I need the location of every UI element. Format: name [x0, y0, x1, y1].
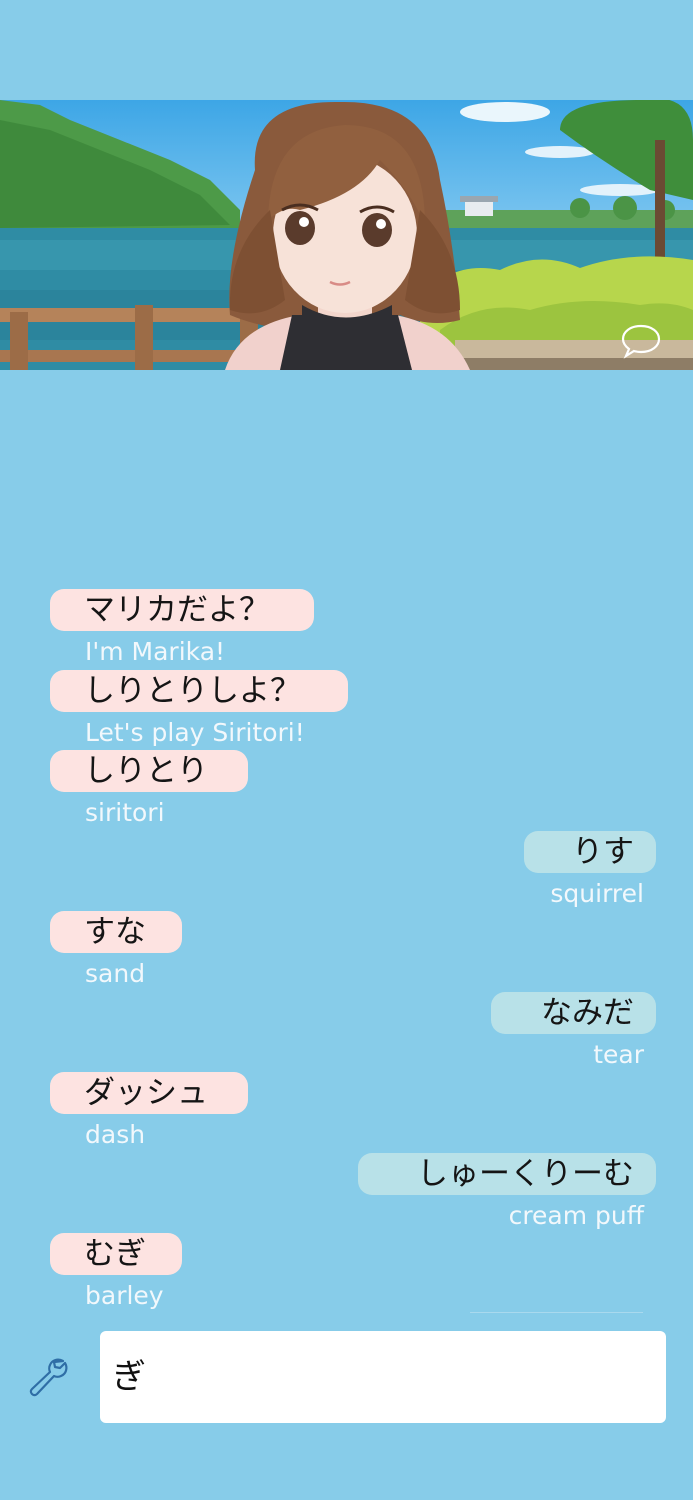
- wrench-icon[interactable]: [27, 1355, 69, 1397]
- scene-banner: [0, 100, 693, 370]
- speech-bubble-icon[interactable]: [620, 323, 662, 359]
- bot-message-bubble: すな: [50, 911, 182, 953]
- message-translation: squirrel: [550, 879, 644, 908]
- divider: [470, 1312, 643, 1313]
- message-translation: I'm Marika!: [85, 637, 226, 666]
- bot-message-bubble: マリカだよ？: [50, 589, 314, 631]
- user-message-bubble: りす: [524, 831, 656, 873]
- message-translation: cream puff: [508, 1201, 644, 1230]
- message-translation: barley: [85, 1281, 164, 1310]
- bot-message-bubble: ダッシュ: [50, 1072, 248, 1114]
- message-translation: dash: [85, 1120, 146, 1149]
- bot-message-bubble: しりとり: [50, 750, 248, 792]
- user-message-bubble: しゅーくりーむ: [358, 1153, 656, 1195]
- bot-message-bubble: むぎ: [50, 1233, 182, 1275]
- word-input[interactable]: [100, 1331, 666, 1423]
- park-scene-illustration: [0, 100, 693, 370]
- message-translation: tear: [593, 1040, 644, 1069]
- message-translation: sand: [85, 959, 146, 988]
- bot-message-bubble: しりとりしよ？: [50, 670, 348, 712]
- user-message-bubble: なみだ: [491, 992, 656, 1034]
- message-translation: Let's play Siritori!: [85, 718, 305, 747]
- message-translation: siritori: [85, 798, 165, 827]
